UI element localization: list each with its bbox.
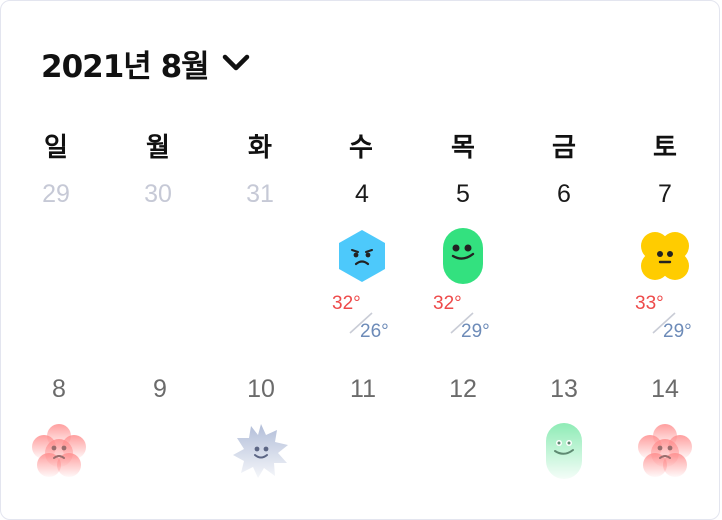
day-cell-jul-29[interactable]: 29 <box>16 180 96 209</box>
weekday-sun: 일 <box>44 133 68 163</box>
day-cell-aug-14[interactable]: 14 <box>625 375 705 404</box>
pink-flower-sad-icon <box>635 421 695 481</box>
temperature-aug-5: 32° 29° <box>423 291 503 342</box>
temperature-aug-4: 32° 26° <box>322 291 402 342</box>
day-cell-jul-30[interactable]: 30 <box>118 180 198 209</box>
day-cell-aug-8[interactable]: 8 <box>19 375 99 404</box>
weekday-tue: 화 <box>248 133 272 163</box>
month-label: 2021년 8월 <box>41 48 210 85</box>
weekday-mon: 월 <box>146 133 170 163</box>
calendar-card: 2021년 8월 일 월 화 수 목 금 토 29 30 31 4 5 6 7 <box>0 0 720 520</box>
day-cell-aug-5[interactable]: 5 <box>423 180 503 209</box>
day-cell-aug-13[interactable]: 13 <box>524 375 604 404</box>
weekday-sat: 토 <box>653 133 677 163</box>
weekday-fri: 금 <box>552 133 576 163</box>
day-cell-aug-6[interactable]: 6 <box>524 180 604 209</box>
month-selector[interactable]: 2021년 8월 <box>41 41 251 85</box>
chevron-down-icon[interactable] <box>221 48 251 78</box>
temperature-aug-7: 33° 29° <box>625 291 705 342</box>
day-cell-aug-10[interactable]: 10 <box>221 375 301 404</box>
weekday-wed: 수 <box>349 133 373 163</box>
day-cell-jul-31[interactable]: 31 <box>220 180 300 209</box>
pink-flower-sad-icon <box>29 421 89 481</box>
weekday-thu: 목 <box>451 133 475 163</box>
day-cell-aug-7[interactable]: 7 <box>625 180 705 209</box>
temp-low: 29° <box>663 321 692 342</box>
gray-spiky-smile-icon <box>231 421 291 481</box>
yellow-flower-neutral-icon <box>635 226 695 286</box>
blue-hexagon-sad-icon <box>332 226 392 286</box>
green-capsule-smile-icon <box>534 421 594 481</box>
temp-low: 29° <box>461 321 490 342</box>
temp-low: 26° <box>360 321 389 342</box>
day-cell-aug-9[interactable]: 9 <box>120 375 200 404</box>
green-capsule-smile-icon <box>433 226 493 286</box>
day-cell-aug-11[interactable]: 11 <box>323 375 403 404</box>
day-cell-aug-12[interactable]: 12 <box>423 375 503 404</box>
day-cell-aug-4[interactable]: 4 <box>322 180 402 209</box>
